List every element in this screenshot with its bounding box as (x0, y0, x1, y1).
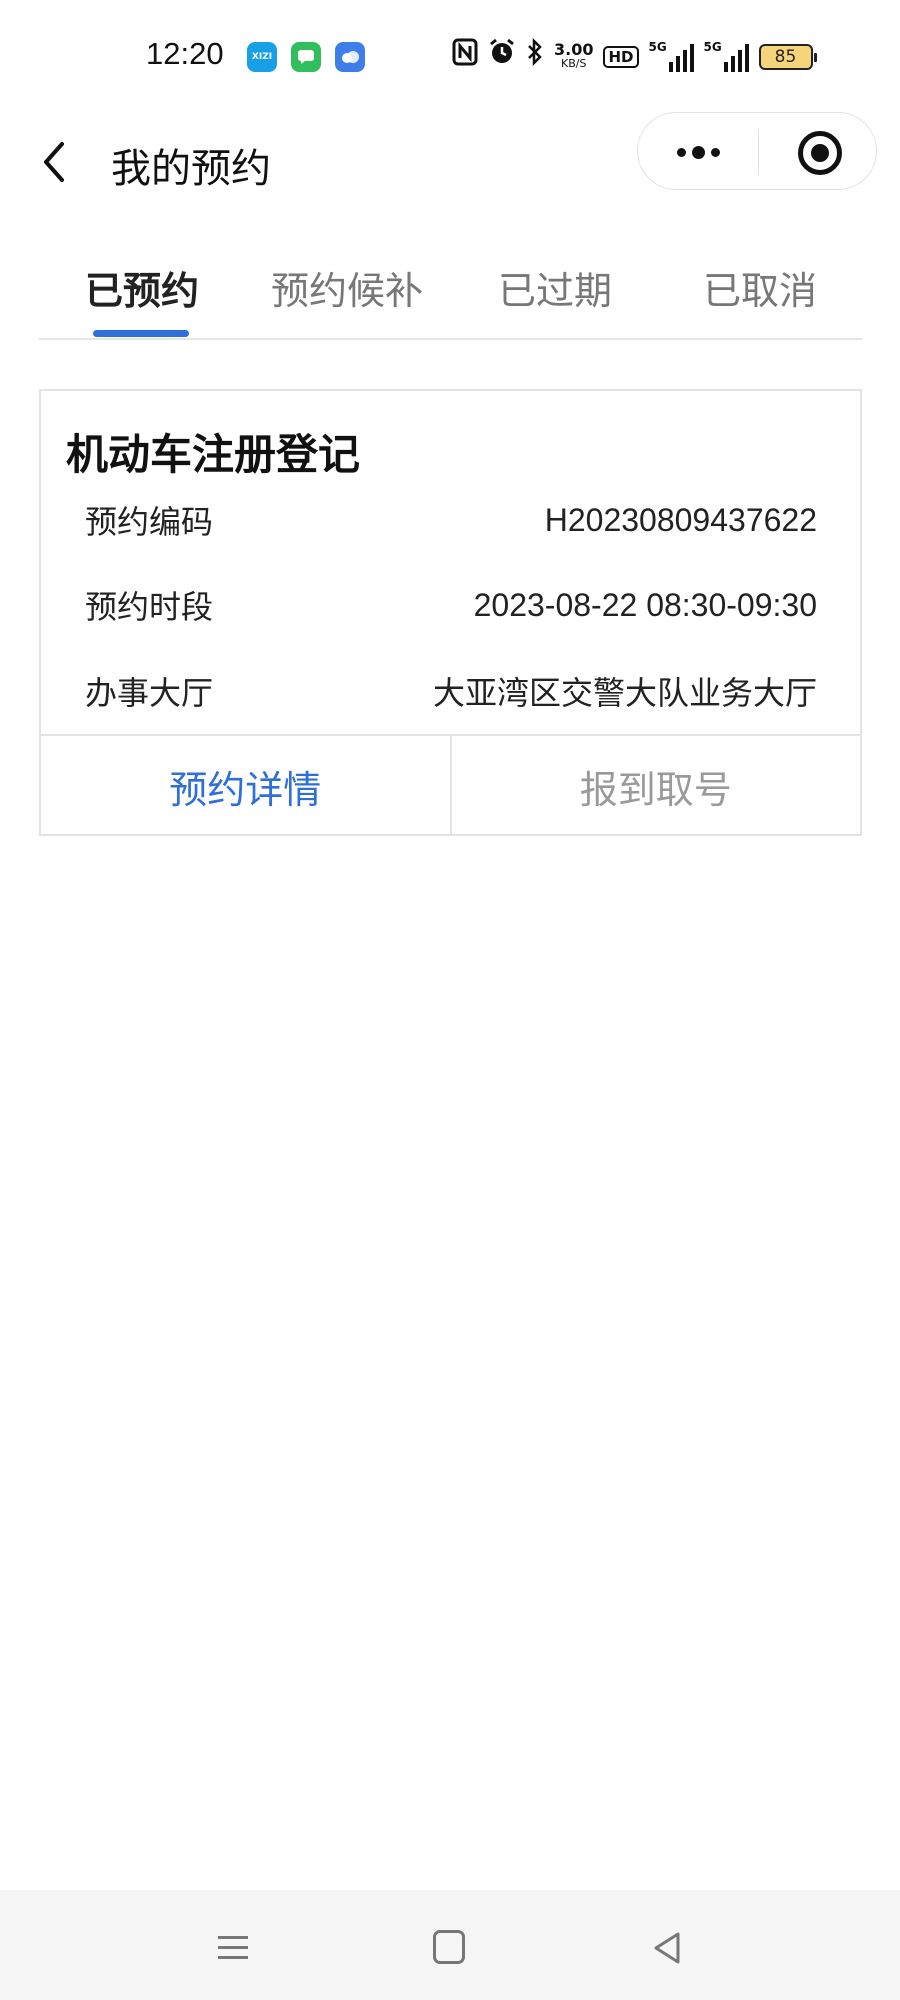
back-triangle-icon[interactable] (648, 1928, 688, 1968)
appointment-time-value: 2023-08-22 08:30-09:30 (473, 586, 817, 623)
check-in-button[interactable]: 报到取号 (452, 736, 861, 836)
service-hall-row: 办事大厅 大亚湾区交警大队业务大厅 (85, 666, 817, 716)
appointment-tabs: 已预约 预约候补 已过期 已取消 (39, 248, 862, 340)
xizi-app-icon: XIZI (247, 42, 277, 72)
tab-booked[interactable]: 已预约 (85, 260, 199, 315)
appointment-title: 机动车注册登记 (66, 430, 361, 479)
more-dot-icon (691, 145, 705, 159)
appointment-code-row: 预约编码 H20230809437622 (85, 495, 817, 545)
bluetooth-icon (526, 37, 544, 76)
page-header: 我的预约 (0, 112, 900, 232)
alarm-icon (488, 38, 516, 76)
more-dot-icon (710, 147, 720, 157)
field-label: 预约编码 (85, 503, 214, 541)
tab-expired[interactable]: 已过期 (498, 260, 612, 315)
battery-icon: 85 (758, 44, 817, 70)
tab-waitlist[interactable]: 预约候补 (271, 260, 423, 315)
back-arrow-icon[interactable] (34, 138, 82, 186)
recent-apps-icon[interactable] (214, 1928, 254, 1968)
appointment-details-button[interactable]: 预约详情 (41, 736, 452, 836)
nfc-icon (452, 38, 478, 76)
tab-cancelled[interactable]: 已取消 (703, 260, 817, 315)
system-nav-bar (0, 1890, 900, 2000)
status-time: 12:20 (146, 36, 224, 71)
active-tab-indicator (93, 330, 189, 337)
home-icon[interactable] (433, 1930, 465, 1964)
cloud-app-icon (335, 42, 365, 72)
card-actions: 预约详情 报到取号 (41, 734, 860, 836)
field-label: 办事大厅 (85, 674, 214, 712)
close-mini-program-button[interactable] (798, 131, 842, 175)
mini-program-capsule (637, 112, 877, 190)
field-label: 预约时段 (85, 588, 214, 626)
screen: 12:20 XIZI 3.00 KB/S HD 5G 5G 85 我的预约 已预… (0, 0, 900, 2000)
network-speed: 3.00 KB/S (554, 40, 594, 71)
hd-voice-icon: HD (603, 46, 639, 68)
page-title: 我的预约 (111, 146, 271, 192)
status-bar: 12:20 XIZI 3.00 KB/S HD 5G 5G 85 (0, 0, 900, 112)
more-options-button[interactable] (638, 113, 758, 191)
signal-5g-1-icon: 5G (649, 40, 694, 72)
more-dot-icon (676, 147, 686, 157)
signal-5g-2-icon: 5G (704, 40, 749, 72)
service-hall-value: 大亚湾区交警大队业务大厅 (432, 674, 817, 712)
appointment-card: 机动车注册登记 预约编码 H20230809437622 预约时段 2023-0… (39, 389, 862, 836)
appointment-time-row: 预约时段 2023-08-22 08:30-09:30 (85, 580, 817, 630)
appointment-code-value: H20230809437622 (544, 501, 817, 538)
status-icons: 3.00 KB/S HD 5G 5G 85 (452, 37, 817, 76)
capsule-divider (758, 129, 759, 175)
messages-app-icon (291, 42, 321, 72)
